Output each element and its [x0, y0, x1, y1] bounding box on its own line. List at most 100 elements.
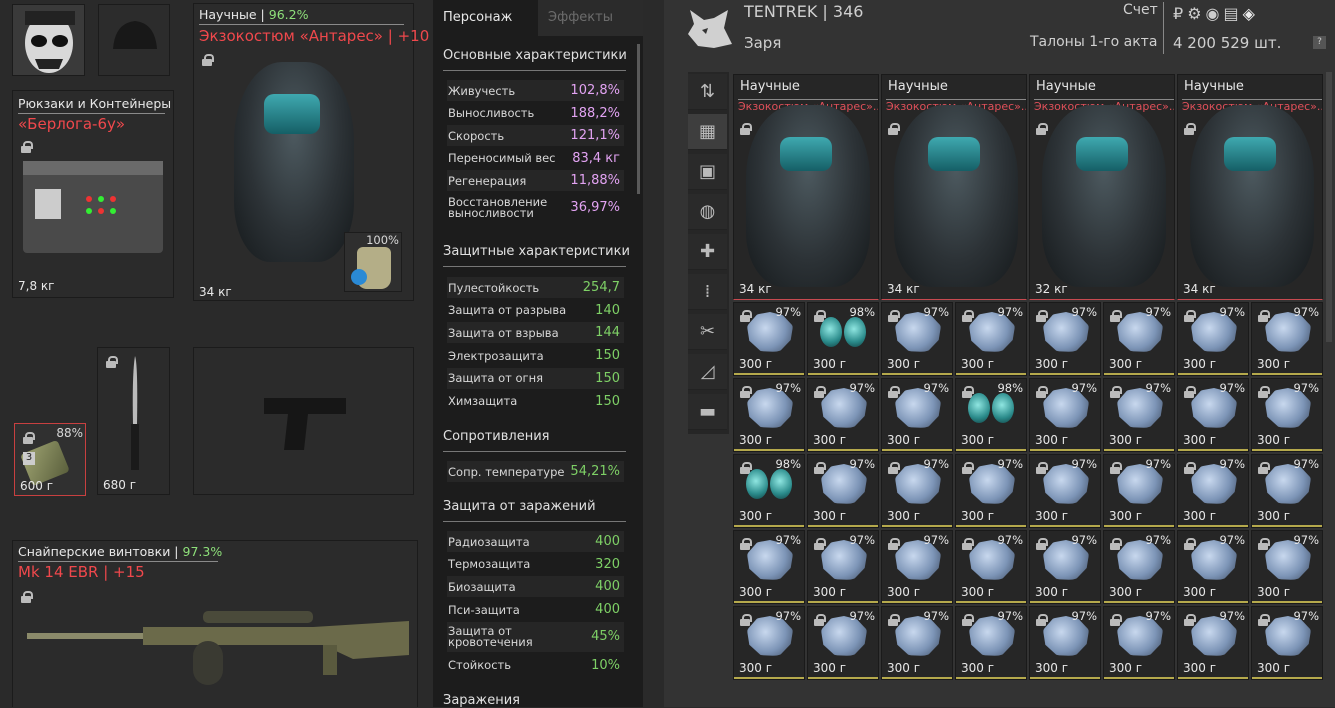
sidebar-sort[interactable]: ⇅	[688, 74, 727, 110]
inventory-item-artifact-crystal[interactable]: 97% 300 г	[733, 378, 805, 452]
sidebar-tools[interactable]: ✂	[688, 314, 727, 350]
inventory-item-artifact-crystal[interactable]: 97% 300 г	[881, 530, 953, 604]
stat-value: 10%	[591, 657, 620, 673]
help-button[interactable]: ?	[1313, 36, 1326, 49]
sidebar-ammo[interactable]: ⁞	[688, 274, 727, 310]
inventory-item-artifact-crystal[interactable]: 97% 300 г	[1029, 454, 1101, 528]
sidebar-container[interactable]: ▬	[688, 394, 727, 430]
lock-icon	[962, 538, 974, 550]
item-percent: 97%	[923, 533, 949, 547]
inventory-item-artifact-crystal[interactable]: 97% 300 г	[955, 454, 1027, 528]
inventory-item-artifact-crystal[interactable]: 97% 300 г	[1177, 302, 1249, 376]
sidebar-grid[interactable]: ▦	[688, 114, 727, 150]
item-percent: 97%	[923, 305, 949, 319]
inventory-item-artifact-crystal[interactable]: 97% 300 г	[733, 302, 805, 376]
lock-icon	[1110, 386, 1122, 398]
lock-icon	[740, 123, 752, 135]
stat-row: Скорость 121,1%	[447, 125, 624, 146]
section-protect: Защитные характеристики	[443, 244, 630, 259]
mask-slot[interactable]	[12, 4, 85, 76]
inventory-item-artifact-crystal[interactable]: 97% 300 г	[733, 530, 805, 604]
item-percent: 97%	[997, 457, 1023, 471]
inventory-item-artifact-crystal[interactable]: 97% 300 г	[1029, 530, 1101, 604]
pistol-slot[interactable]	[193, 347, 414, 495]
inventory-item-artifact-crystal[interactable]: 97% 300 г	[807, 454, 879, 528]
ruble-icon[interactable]: ₽	[1173, 4, 1183, 23]
inventory-item-artifact-crystal[interactable]: 97% 300 г	[955, 530, 1027, 604]
rifle-slot[interactable]: Снайперские винтовки | 97.3% Mk 14 EBR |…	[12, 540, 418, 707]
stat-label: Скорость	[448, 128, 505, 143]
armor-slot[interactable]: Научные | 96.2% Экзокостюм «Антарес» | +…	[193, 3, 429, 301]
stat-label: Пулестойкость	[448, 280, 540, 295]
player-faction: Заря	[744, 34, 782, 52]
inventory-item-artifact-crystal[interactable]: 97% 300 г	[1251, 606, 1323, 680]
inventory-item-exosuit[interactable]: Научные Экзокостюм «Антарес»... 32 кг	[1029, 74, 1175, 300]
inventory-scrollbar[interactable]	[1326, 72, 1332, 342]
stat-label: Сопр. температуре	[448, 464, 565, 479]
inventory-item-artifact-crystal[interactable]: 97% 300 г	[881, 378, 953, 452]
armor-plate-slot[interactable]: 100%	[344, 232, 402, 292]
inventory-item-artifact-crystal[interactable]: 97% 300 г	[1177, 454, 1249, 528]
inventory-item-artifact-green[interactable]: 98% 300 г	[955, 378, 1027, 452]
backpack-slot[interactable]: Рюкзаки и Контейнеры «Берлога-6у» 7,8 кг	[12, 90, 174, 298]
sidebar-artifact[interactable]: ◍	[688, 194, 727, 230]
item-weight: 300 г	[961, 509, 995, 523]
inventory-item-artifact-crystal[interactable]: 97% 300 г	[807, 606, 879, 680]
helmet-slot[interactable]	[98, 4, 170, 76]
lock-icon	[1110, 310, 1122, 322]
pistol-icon	[264, 398, 346, 450]
inventory-item-artifact-crystal[interactable]: 97% 300 г	[1251, 530, 1323, 604]
inventory-item-artifact-crystal[interactable]: 97% 300 г	[1251, 454, 1323, 528]
inventory-item-artifact-crystal[interactable]: 97% 300 г	[807, 530, 879, 604]
item-percent: 97%	[1219, 533, 1245, 547]
inventory-item-artifact-crystal[interactable]: 97% 300 г	[1103, 454, 1175, 528]
sidebar-misc[interactable]: ◿	[688, 354, 727, 390]
inventory-item-artifact-crystal[interactable]: 97% 300 г	[1177, 606, 1249, 680]
inventory-item-artifact-crystal[interactable]: 97% 300 г	[1029, 378, 1101, 452]
compass-icon[interactable]: ◉	[1206, 4, 1220, 23]
stat-row: Защита от разрыва 140	[447, 300, 624, 321]
stats-panel: Персонаж Эффекты Основные характеристики…	[433, 0, 643, 708]
stats-scrollbar[interactable]	[637, 44, 640, 194]
inventory-item-artifact-crystal[interactable]: 97% 300 г	[1251, 302, 1323, 376]
item-weight: 300 г	[1109, 433, 1143, 447]
tab-character[interactable]: Персонаж	[433, 0, 538, 36]
inventory-item-artifact-crystal[interactable]: 97% 300 г	[1029, 302, 1101, 376]
knife-weight: 680 г	[103, 478, 137, 492]
stat-value: 320	[595, 556, 620, 572]
sidebar-armor[interactable]: ▣	[688, 154, 727, 190]
item-percent: 97%	[1293, 457, 1319, 471]
inventory-item-artifact-crystal[interactable]: 97% 300 г	[1103, 606, 1175, 680]
gear-icon[interactable]: ⚙	[1187, 4, 1201, 23]
ticket-icon[interactable]: ◈	[1243, 4, 1255, 23]
inventory-item-artifact-crystal[interactable]: 97% 300 г	[1177, 378, 1249, 452]
inventory-item-artifact-crystal[interactable]: 97% 300 г	[1029, 606, 1101, 680]
wolf-logo-icon	[688, 10, 732, 48]
sidebar-medkit[interactable]: ✚	[688, 234, 727, 270]
inventory-item-artifact-green[interactable]: 98% 300 г	[733, 454, 805, 528]
item-percent: 97%	[1071, 533, 1097, 547]
inventory-item-artifact-crystal[interactable]: 97% 300 г	[1103, 302, 1175, 376]
inventory-item-artifact-crystal[interactable]: 97% 300 г	[955, 302, 1027, 376]
inventory-item-artifact-crystal[interactable]: 97% 300 г	[807, 378, 879, 452]
inventory-item-artifact-crystal[interactable]: 97% 300 г	[733, 606, 805, 680]
inventory-item-artifact-crystal[interactable]: 97% 300 г	[881, 606, 953, 680]
tab-effects[interactable]: Эффекты	[538, 0, 643, 36]
inventory-item-artifact-crystal[interactable]: 97% 300 г	[881, 302, 953, 376]
inventory-item-artifact-green[interactable]: 98% 300 г	[807, 302, 879, 376]
inventory-item-artifact-crystal[interactable]: 97% 300 г	[1177, 530, 1249, 604]
inventory-item-artifact-crystal[interactable]: 97% 300 г	[955, 606, 1027, 680]
money-icon[interactable]: ▤	[1224, 4, 1239, 23]
inventory-item-exosuit[interactable]: Научные Экзокостюм «Антарес»... 34 кг	[1177, 74, 1323, 300]
artifact-slot[interactable]: 88% 3 600 г	[14, 423, 86, 496]
inventory-item-artifact-crystal[interactable]: 97% 300 г	[881, 454, 953, 528]
inventory-item-exosuit[interactable]: Научные Экзокостюм «Антарес»... 34 кг	[733, 74, 879, 300]
knife-slot[interactable]: 680 г	[97, 347, 170, 495]
armor-upgrade: +10	[397, 27, 430, 45]
inventory-item-exosuit[interactable]: Научные Экзокостюм «Антарес»... 34 кг	[881, 74, 1027, 300]
item-category: Научные	[1036, 79, 1096, 94]
plate-percent: 100%	[366, 233, 399, 247]
inventory-item-artifact-crystal[interactable]: 97% 300 г	[1103, 378, 1175, 452]
inventory-item-artifact-crystal[interactable]: 97% 300 г	[1103, 530, 1175, 604]
inventory-item-artifact-crystal[interactable]: 97% 300 г	[1251, 378, 1323, 452]
